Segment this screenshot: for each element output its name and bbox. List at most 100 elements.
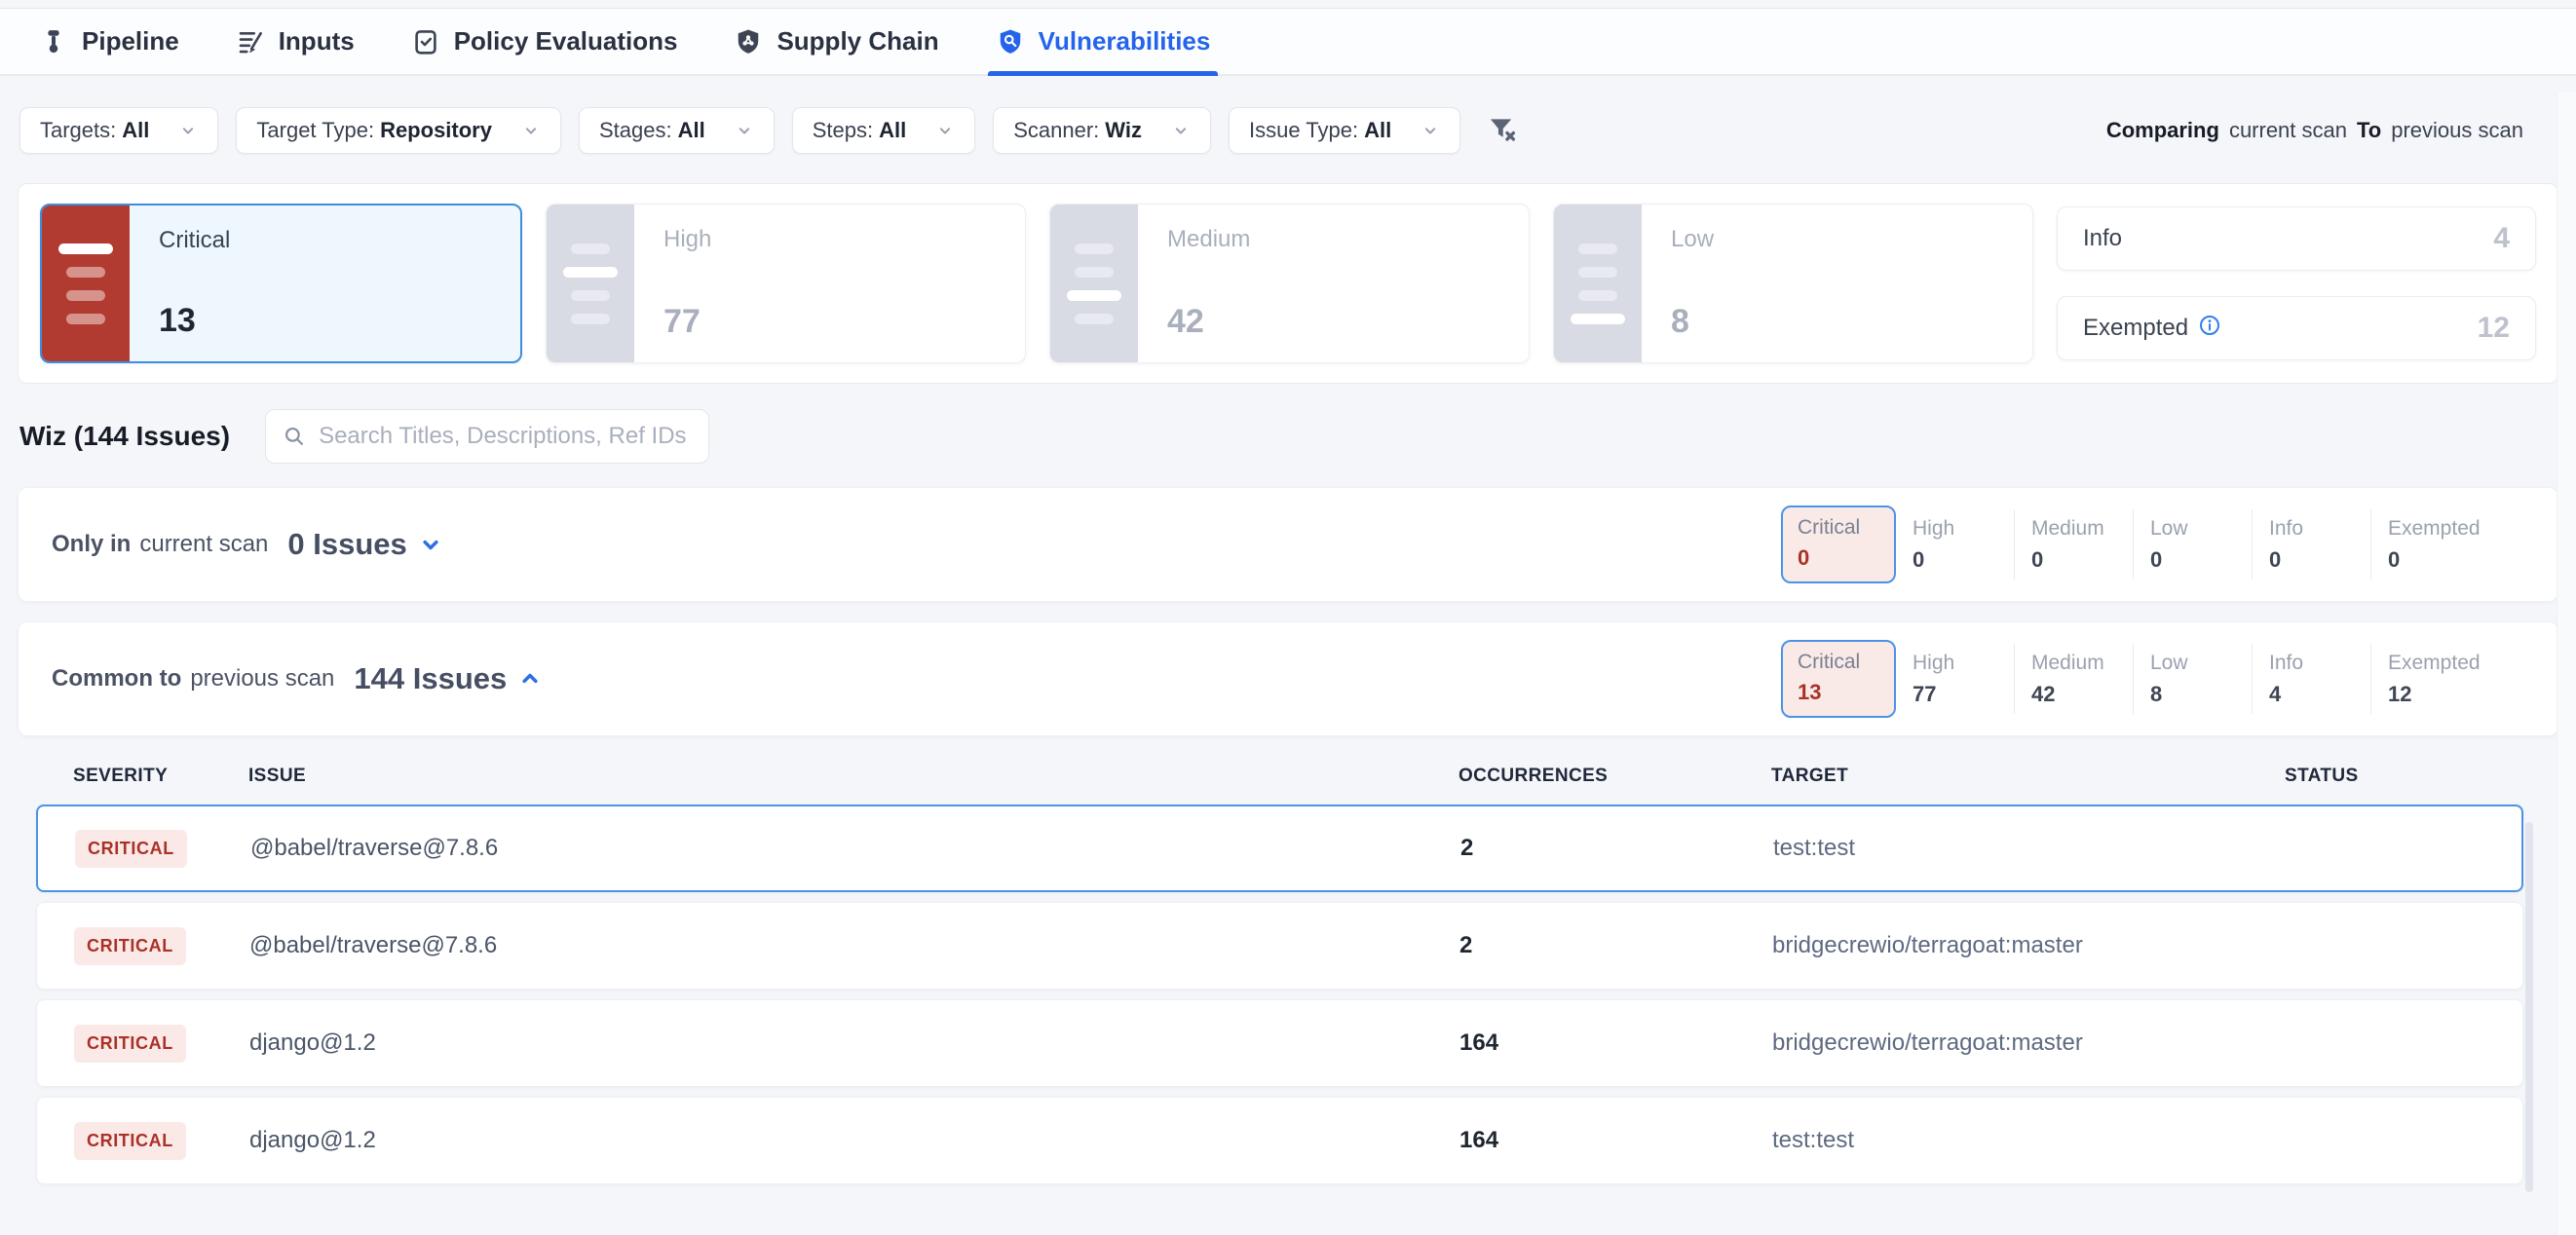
issue-search-box — [265, 409, 709, 464]
pipeline-icon — [39, 27, 68, 56]
scanner-section-title: Wiz (144 Issues) — [19, 421, 230, 452]
clear-filters-button[interactable] — [1486, 113, 1519, 149]
severity-count-chips: Critical 13 High 77 Medium 42 Low 8 Info… — [1781, 640, 2489, 718]
filter-x-icon — [1486, 113, 1519, 149]
chevron-down-icon — [1421, 121, 1440, 140]
tab-policy-evaluations[interactable]: Policy Evaluations — [411, 9, 678, 74]
chip-exempted[interactable]: Exempted 12 — [2371, 652, 2489, 707]
filter-label: Steps:All — [813, 118, 907, 143]
severity-card-count: 8 — [1671, 303, 2003, 341]
filter-bar: Targets:All Target Type:Repository Stage… — [19, 107, 2523, 154]
vulnerabilities-shield-icon — [996, 27, 1025, 56]
chevron-down-icon[interactable] — [417, 531, 444, 558]
target-cell: test:test — [1772, 1127, 2286, 1154]
side-severity-column: Info 4 Exempted 12 — [2057, 204, 2536, 363]
severity-card-critical[interactable]: Critical 13 — [40, 204, 522, 363]
severity-badge: CRITICAL — [74, 927, 186, 965]
chevron-down-icon — [935, 121, 955, 140]
chevron-down-icon — [521, 121, 541, 140]
chip-critical[interactable]: Critical 0 — [1781, 505, 1896, 583]
chip-info[interactable]: Info 4 — [2253, 652, 2370, 707]
scanner-section-header: Wiz (144 Issues) — [19, 409, 2576, 464]
chevron-up-icon[interactable] — [516, 665, 544, 692]
severity-card-label: Info — [2083, 225, 2122, 252]
inputs-icon — [236, 27, 265, 56]
target-type-filter-dropdown[interactable]: Target Type:Repository — [236, 107, 561, 154]
severity-card-label: Exempted — [2083, 314, 2221, 344]
severity-summary-panel: Critical 13 High 77 Medium 42 Low 8 I — [18, 183, 2558, 384]
severity-card-label: Critical — [159, 227, 491, 254]
window-scrollbar-track[interactable] — [2557, 92, 2576, 1235]
targets-filter-dropdown[interactable]: Targets:All — [19, 107, 218, 154]
severity-bars-icon — [42, 206, 130, 361]
table-row[interactable]: CRITICAL @babel/traverse@7.8.6 2 bridgec… — [36, 902, 2523, 990]
severity-card-label: Low — [1671, 226, 2003, 253]
chevron-down-icon — [178, 121, 198, 140]
issue-cell: @babel/traverse@7.8.6 — [250, 835, 1460, 862]
comparing-scan-text: Comparingcurrent scanToprevious scan — [2106, 118, 2523, 143]
severity-card-count: 4 — [2493, 222, 2510, 255]
tab-inputs[interactable]: Inputs — [236, 9, 355, 74]
filter-label: Target Type:Repository — [256, 118, 492, 143]
filter-label: Stages:All — [599, 118, 705, 143]
chevron-down-icon — [735, 121, 754, 140]
column-header-target: TARGET — [1771, 766, 2285, 787]
chip-medium[interactable]: Medium 42 — [2015, 652, 2133, 707]
issue-type-filter-dropdown[interactable]: Issue Type:All — [1229, 107, 1460, 154]
common-to-previous-scan-group: Common toprevious scan 144 Issues Critic… — [18, 621, 2558, 736]
tab-vulnerabilities[interactable]: Vulnerabilities — [996, 9, 1211, 74]
group-title: Common toprevious scan — [52, 665, 334, 692]
chip-info[interactable]: Info 0 — [2253, 517, 2370, 573]
column-header-issue: ISSUE — [248, 766, 1458, 787]
group-issue-count: 0 Issues — [287, 527, 406, 562]
target-cell: test:test — [1773, 835, 2287, 862]
chip-high[interactable]: High 0 — [1896, 517, 2014, 573]
chip-exempted[interactable]: Exempted 0 — [2371, 517, 2489, 573]
issue-cell: @babel/traverse@7.8.6 — [249, 932, 1459, 959]
severity-count-chips: Critical 0 High 0 Medium 0 Low 0 Info 0 … — [1781, 505, 2489, 583]
steps-filter-dropdown[interactable]: Steps:All — [792, 107, 976, 154]
chip-high[interactable]: High 77 — [1896, 652, 2014, 707]
scanner-filter-dropdown[interactable]: Scanner:Wiz — [993, 107, 1211, 154]
severity-card-medium[interactable]: Medium 42 — [1049, 204, 1530, 363]
severity-card-high[interactable]: High 77 — [546, 204, 1026, 363]
severity-bars-icon — [547, 205, 634, 362]
filter-label: Issue Type:All — [1249, 118, 1391, 143]
tab-label: Supply Chain — [777, 26, 938, 56]
severity-card-count: 77 — [663, 303, 996, 341]
occurrences-cell: 164 — [1459, 1127, 1772, 1154]
column-header-status: STATUS — [2285, 766, 2523, 787]
severity-badge: CRITICAL — [75, 830, 187, 868]
table-row[interactable]: CRITICAL @babel/traverse@7.8.6 2 test:te… — [36, 805, 2523, 892]
search-icon — [282, 424, 307, 449]
filter-label: Scanner:Wiz — [1013, 118, 1142, 143]
chip-medium[interactable]: Medium 0 — [2015, 517, 2133, 573]
target-cell: bridgecrewio/terragoat:master — [1772, 1029, 2286, 1057]
top-tab-bar: Pipeline Inputs Policy Evaluations Suppl… — [0, 8, 2576, 76]
severity-badge: CRITICAL — [74, 1122, 186, 1160]
severity-badge: CRITICAL — [74, 1025, 186, 1063]
severity-card-count: 13 — [159, 302, 491, 340]
chip-critical[interactable]: Critical 13 — [1781, 640, 1896, 718]
search-input[interactable] — [319, 423, 693, 450]
severity-card-exempted[interactable]: Exempted 12 — [2057, 296, 2536, 360]
list-scrollbar[interactable] — [2525, 822, 2533, 1192]
severity-card-count: 12 — [2478, 312, 2510, 345]
chevron-down-icon — [1171, 121, 1191, 140]
policy-check-icon — [411, 27, 440, 56]
issue-cell: django@1.2 — [249, 1029, 1459, 1057]
table-row[interactable]: CRITICAL django@1.2 164 bridgecrewio/ter… — [36, 999, 2523, 1087]
tab-pipeline[interactable]: Pipeline — [39, 9, 179, 74]
tab-supply-chain[interactable]: Supply Chain — [734, 9, 938, 74]
severity-card-info[interactable]: Info 4 — [2057, 206, 2536, 271]
supply-chain-shield-icon — [734, 27, 763, 56]
severity-card-count: 42 — [1167, 303, 1499, 341]
chip-low[interactable]: Low 8 — [2134, 652, 2252, 707]
column-header-severity: SEVERITY — [73, 766, 248, 787]
table-row[interactable]: CRITICAL django@1.2 164 test:test — [36, 1097, 2523, 1184]
group-issue-count: 144 Issues — [354, 661, 507, 696]
severity-card-label: Medium — [1167, 226, 1499, 253]
stages-filter-dropdown[interactable]: Stages:All — [579, 107, 775, 154]
chip-low[interactable]: Low 0 — [2134, 517, 2252, 573]
severity-card-low[interactable]: Low 8 — [1553, 204, 2033, 363]
